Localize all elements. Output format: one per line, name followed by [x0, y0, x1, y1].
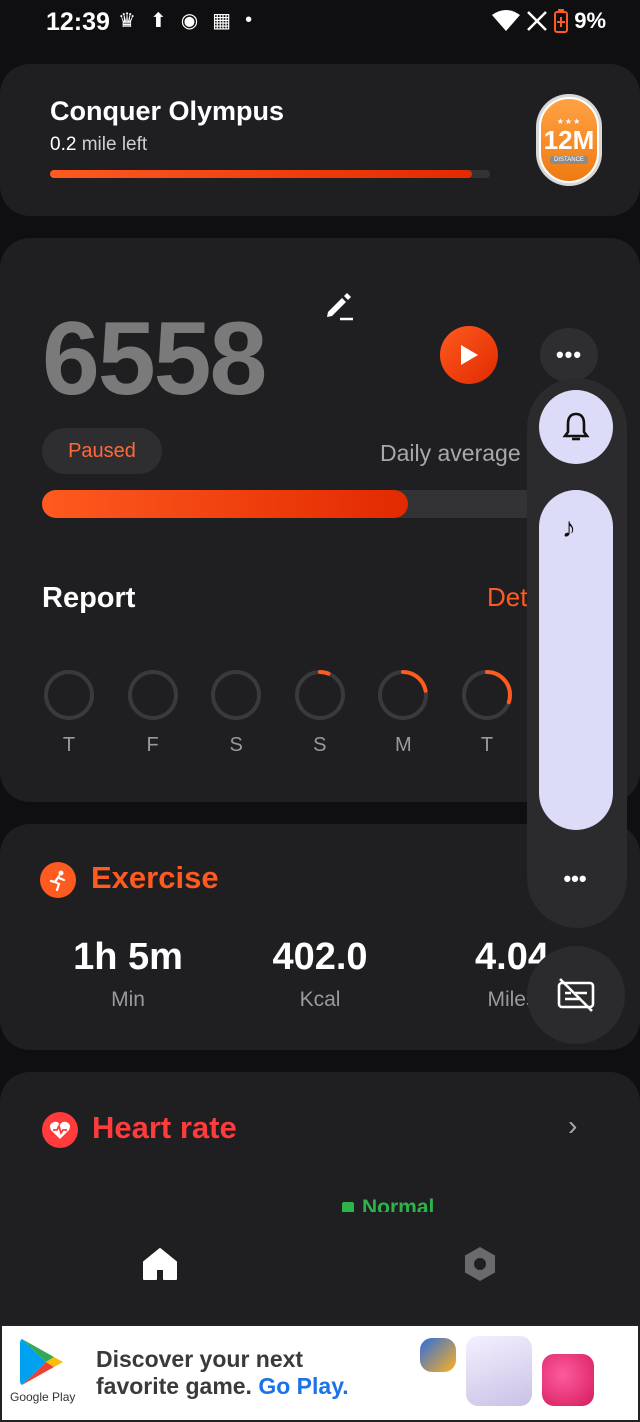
google-play-icon: [20, 1339, 63, 1385]
heart-rate-icon: [42, 1112, 78, 1148]
status-time: 12:39: [46, 8, 110, 36]
heart-rate-title: Heart rate: [92, 1110, 237, 1145]
rocket-icon: ⬆: [149, 10, 167, 32]
distance-badge[interactable]: ★★★ 12M DISTANCE: [536, 94, 602, 186]
captions-off-icon: [557, 978, 595, 1012]
panel-more-button[interactable]: •••: [555, 866, 595, 892]
wifi-icon: [492, 10, 521, 31]
challenge-progress-bar: [50, 170, 490, 178]
status-badge: Paused: [42, 428, 162, 474]
daily-average-label: Daily average: [380, 440, 521, 466]
game-thumbnail-3: [542, 1354, 594, 1406]
exercise-duration-value: 1h 5m: [73, 936, 183, 978]
ad-headline: Discover your next favorite game. Go Pla…: [96, 1346, 349, 1400]
more-options-button[interactable]: •••: [540, 328, 598, 382]
day-ring-track: [211, 670, 262, 720]
music-note-icon: ♪: [562, 512, 576, 543]
badge-face: ★★★ 12M DISTANCE: [539, 97, 599, 183]
exercise-calories-unit: Kcal: [299, 988, 341, 1011]
day-label: T: [480, 734, 494, 756]
no-signal-icon: [527, 11, 548, 31]
system-icons: 9%: [492, 8, 606, 34]
day-ring-track: [294, 670, 345, 720]
challenge-remaining: 0.2 mile left: [50, 134, 147, 156]
app-icon: ▦: [212, 10, 232, 32]
day-ring-track: [127, 670, 178, 720]
more-notifications-icon: •: [245, 9, 253, 31]
crown-icon: ♛: [118, 10, 136, 32]
notification-icons: ♛ ⬆ ◉ ▦ •: [118, 8, 252, 33]
home-icon[interactable]: [140, 1244, 180, 1284]
day-ring[interactable]: [126, 668, 180, 722]
bell-icon: [562, 412, 590, 441]
exercise-duration-unit: Min: [111, 988, 145, 1011]
battery-percent: 9%: [574, 8, 606, 33]
steps-count: 6558: [42, 301, 267, 417]
challenge-title: Conquer Olympus: [50, 96, 285, 126]
report-title: Report: [42, 582, 136, 614]
ad-cta: Go Play.: [258, 1373, 349, 1399]
challenge-progress-fill: [50, 170, 473, 178]
day-label: S: [229, 734, 243, 756]
day-label: F: [146, 734, 159, 756]
badge-sublabel: DISTANCE: [550, 155, 588, 164]
day-ring[interactable]: [293, 668, 347, 722]
game-thumbnail-2: [466, 1336, 532, 1406]
challenge-remaining-unit: mile left: [81, 134, 148, 155]
day-label: M: [395, 734, 412, 756]
settings-icon[interactable]: [460, 1244, 500, 1284]
details-link[interactable]: Details: [487, 582, 527, 613]
volume-slider[interactable]: [539, 490, 613, 830]
bottom-navigation: [0, 1212, 640, 1324]
day-ring[interactable]: [460, 668, 514, 722]
game-icon: ◉: [180, 10, 199, 32]
exercise-calories-value: 402.0: [272, 936, 368, 978]
ad-line-1: Discover your next: [96, 1346, 304, 1372]
bell-button[interactable]: [539, 390, 613, 464]
captions-off-button[interactable]: [527, 946, 625, 1044]
ad-line-2-text: favorite game.: [96, 1373, 252, 1399]
edit-icon[interactable]: [322, 288, 356, 322]
steps-progress-fill: [42, 490, 408, 518]
day-label: S: [313, 734, 327, 756]
running-icon: [40, 862, 76, 898]
play-button[interactable]: [440, 326, 498, 384]
day-ring[interactable]: [42, 668, 96, 722]
day-ring[interactable]: [376, 668, 430, 722]
play-icon: [461, 345, 478, 365]
day-ring[interactable]: [209, 668, 263, 722]
google-play-label: Google Play: [10, 1390, 76, 1404]
day-ring-track: [44, 670, 94, 720]
challenge-remaining-value: 0.2: [50, 134, 77, 155]
status-bar: 12:39 ♛ ⬆ ◉ ▦ • 9%: [0, 0, 640, 46]
day-label: T: [62, 734, 76, 756]
steps-progress-bar: [42, 490, 572, 518]
badge-label: 12M: [543, 124, 595, 155]
chevron-right-icon[interactable]: ›: [568, 1110, 577, 1142]
battery-icon: [554, 9, 569, 33]
ad-line-2: favorite game. Go Play.: [96, 1373, 349, 1400]
exercise-title: Exercise: [91, 860, 219, 895]
game-thumbnail-1: [420, 1338, 456, 1372]
